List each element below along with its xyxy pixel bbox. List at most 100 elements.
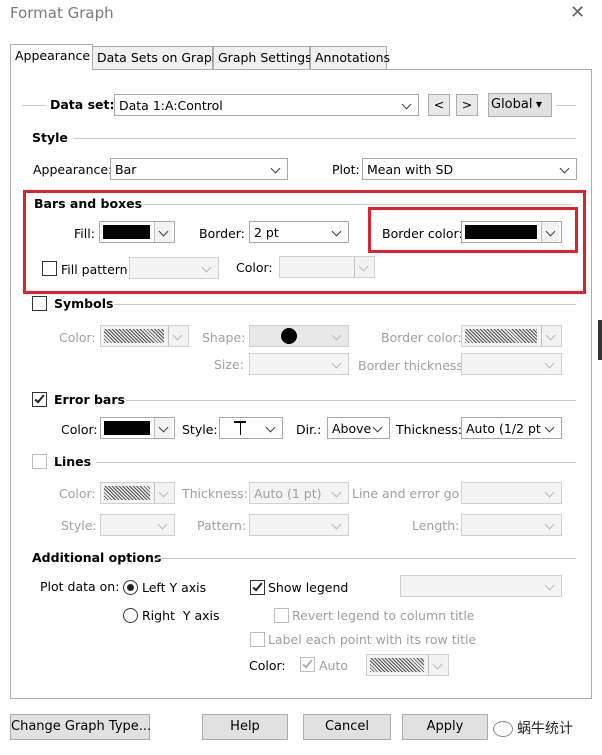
- lines-checkbox[interactable]: [32, 454, 47, 469]
- checkmark-icon: [302, 657, 313, 669]
- symbol-border-color-select[interactable]: [461, 325, 562, 347]
- border-color-label: Border color:: [382, 226, 463, 241]
- label-color-select[interactable]: [366, 654, 449, 676]
- chevron-down-icon: [428, 655, 446, 675]
- fill-pattern-select[interactable]: [129, 257, 219, 279]
- label-points-label: Label each point with its row title: [268, 632, 477, 647]
- shape-label: Shape:: [202, 330, 246, 345]
- line-style-select[interactable]: [100, 514, 175, 536]
- line-length-select[interactable]: [461, 514, 562, 536]
- divider: [22, 105, 46, 106]
- border-select[interactable]: 2 pt: [249, 221, 349, 243]
- direction-select[interactable]: Above: [327, 417, 390, 439]
- border-thickness-select[interactable]: [461, 353, 562, 375]
- global-scope-button[interactable]: Global ▼: [488, 93, 552, 117]
- plot-value: Mean with SD: [367, 162, 454, 177]
- direction-value: Above: [332, 421, 372, 436]
- border-value: 2 pt: [254, 225, 279, 240]
- chevron-down-icon: [267, 159, 285, 179]
- line-style-label: Style:: [61, 518, 97, 533]
- pattern-color-select[interactable]: [279, 256, 375, 278]
- additional-options-heading: Additional options: [32, 550, 162, 565]
- revert-legend-checkbox[interactable]: [274, 608, 289, 623]
- error-style-label: Style:: [182, 422, 218, 437]
- error-bars-heading: Error bars: [54, 392, 125, 407]
- size-select[interactable]: [249, 353, 349, 375]
- border-thickness-label: Border thickness:: [358, 358, 468, 373]
- line-color-select[interactable]: [100, 482, 175, 504]
- watermark: 蜗牛统计: [493, 718, 573, 738]
- auto-color-checkbox[interactable]: [300, 657, 315, 672]
- bars-and-boxes-heading: Bars and boxes: [34, 196, 143, 211]
- tab-appearance[interactable]: Appearance: [10, 44, 93, 70]
- chevron-down-icon: [541, 515, 559, 535]
- chevron-down-icon: [541, 222, 559, 242]
- caret-down-icon: ▼: [535, 100, 542, 109]
- data-set-label: Data set:: [50, 97, 115, 112]
- divider: [156, 558, 576, 559]
- line-color-label: Color:: [59, 486, 96, 501]
- legend-select[interactable]: [400, 575, 562, 597]
- left-y-axis-radio[interactable]: [123, 580, 138, 595]
- tab-graph-settings[interactable]: Graph Settings: [213, 46, 312, 69]
- line-pattern-select[interactable]: [249, 514, 349, 536]
- line-and-error-go-select[interactable]: [461, 482, 562, 504]
- line-thickness-label: Thickness:: [182, 486, 248, 501]
- chevron-down-icon: [541, 418, 559, 438]
- watermark-text: 蜗牛统计: [517, 721, 573, 737]
- border-color-select[interactable]: [461, 221, 562, 243]
- data-set-value: Data 1:A:Control: [119, 98, 223, 113]
- tab-data-sets-on-graph[interactable]: Data Sets on Graph: [92, 46, 220, 69]
- apply-button[interactable]: Apply: [402, 714, 488, 740]
- chevron-down-icon: [328, 354, 346, 374]
- line-thickness-select[interactable]: Auto (1 pt): [249, 482, 349, 504]
- error-color-label: Color:: [61, 422, 98, 437]
- help-button[interactable]: Help: [202, 714, 288, 740]
- right-y-axis-radio[interactable]: [123, 608, 138, 623]
- fill-pattern-checkbox[interactable]: [42, 261, 57, 276]
- prev-dataset-button[interactable]: <: [428, 94, 450, 116]
- data-set-select[interactable]: Data 1:A:Control: [114, 94, 419, 116]
- error-style-select[interactable]: [219, 417, 283, 439]
- line-color-swatch: [104, 486, 150, 500]
- line-length-label: Length:: [412, 518, 460, 533]
- change-graph-type-button[interactable]: Change Graph Type...: [10, 714, 151, 740]
- divider: [114, 304, 576, 305]
- chevron-down-icon: [354, 257, 372, 277]
- error-thickness-select[interactable]: Auto (1/2 pt): [461, 417, 562, 439]
- symbols-checkbox[interactable]: [32, 296, 47, 311]
- checkmark-icon: [252, 580, 263, 592]
- fill-pattern-label: Fill pattern: [61, 262, 128, 277]
- error-color-select[interactable]: [100, 417, 175, 439]
- shape-select[interactable]: [249, 325, 349, 347]
- error-bars-checkbox[interactable]: [32, 392, 47, 407]
- plot-select[interactable]: Mean with SD: [362, 158, 577, 180]
- label-points-checkbox[interactable]: [250, 632, 265, 647]
- auto-color-label: Auto: [319, 658, 349, 673]
- close-icon[interactable]: ✕: [570, 2, 585, 23]
- fill-color-swatch: [103, 225, 150, 239]
- plot-label: Plot:: [332, 162, 360, 177]
- tab-annotations[interactable]: Annotations: [310, 46, 390, 69]
- style-heading: Style: [32, 130, 68, 145]
- chevron-down-icon: [541, 326, 559, 346]
- cancel-button[interactable]: Cancel: [303, 714, 391, 740]
- symbol-color-select[interactable]: [100, 325, 189, 347]
- chevron-down-icon: [154, 515, 172, 535]
- chevron-down-icon: [262, 418, 280, 438]
- fill-color-select[interactable]: [99, 221, 175, 243]
- direction-label: Dir.:: [296, 422, 322, 437]
- chevron-down-icon: [369, 418, 387, 438]
- chevron-down-icon: [541, 576, 559, 596]
- show-legend-checkbox[interactable]: [250, 580, 265, 595]
- appearance-select[interactable]: Bar: [110, 158, 288, 180]
- radio-selected-dot: [127, 584, 134, 591]
- next-dataset-button[interactable]: >: [456, 94, 478, 116]
- symbol-border-color-swatch: [465, 329, 537, 343]
- chevron-down-icon: [198, 258, 216, 278]
- appearance-value: Bar: [115, 162, 137, 177]
- label-color-swatch: [370, 658, 424, 672]
- divider: [74, 138, 576, 139]
- symbols-heading: Symbols: [54, 296, 114, 311]
- appearance-label: Appearance:: [33, 162, 113, 177]
